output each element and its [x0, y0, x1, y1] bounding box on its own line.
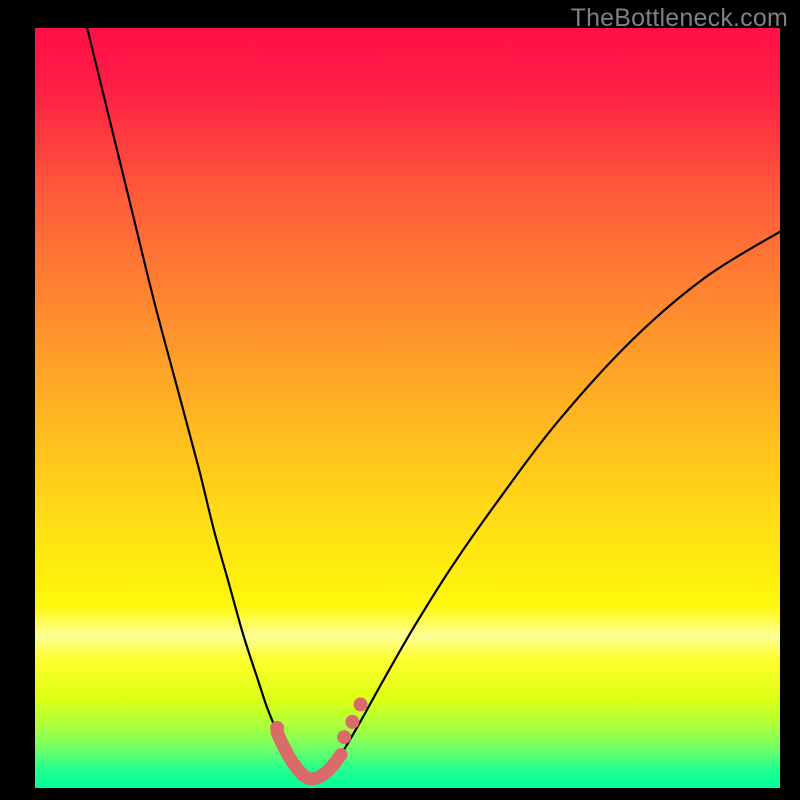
highlight-dot	[337, 730, 351, 744]
watermark-text: TheBottleneck.com	[571, 4, 788, 33]
highlight-dot	[354, 697, 368, 711]
bottleneck-curve	[35, 28, 780, 788]
highlight-segment	[277, 732, 341, 779]
highlight-dot	[270, 721, 284, 735]
plot-area	[35, 28, 780, 788]
curve-path	[87, 28, 780, 779]
highlight-dot	[345, 715, 359, 729]
chart-container: TheBottleneck.com	[0, 0, 800, 800]
